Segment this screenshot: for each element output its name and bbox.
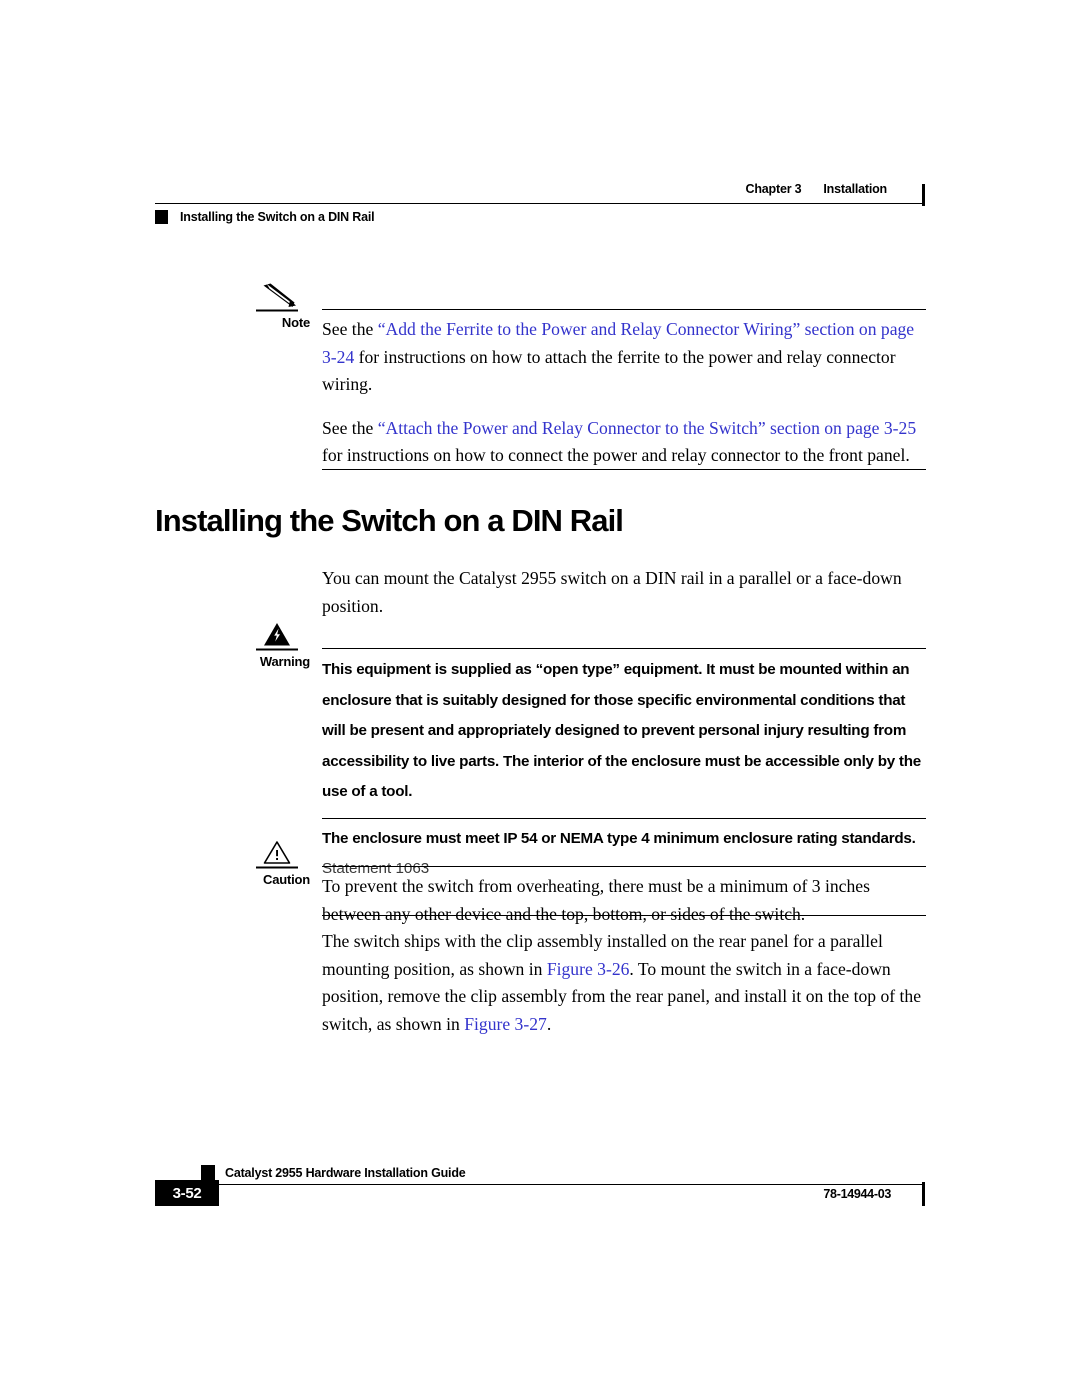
note-p1-tail: for instructions on how to attach the fe… <box>322 346 896 395</box>
footer-divider <box>155 1184 925 1186</box>
note-rule-bottom <box>322 469 926 471</box>
page-footer: Catalyst 2955 Hardware Installation Guid… <box>155 1163 925 1223</box>
closing-link-figure-3-27[interactable]: Figure 3-27 <box>464 1014 547 1034</box>
note-p2-link-section[interactable]: “Attach the Power and Relay Connector to… <box>378 418 842 438</box>
warning-paragraph-1: This equipment is supplied as “open type… <box>322 661 921 800</box>
warning-body: This equipment is supplied as “open type… <box>322 655 926 885</box>
header-square-marker-icon <box>155 210 168 224</box>
footer-square-marker-icon <box>201 1165 215 1180</box>
caution-body: To prevent the switch from overheating, … <box>322 873 926 928</box>
note-p1-lead: See the <box>322 319 378 339</box>
pencil-icon-svg <box>256 283 298 312</box>
caution-triangle-exclamation-icon <box>256 840 302 870</box>
warning-rule-top <box>322 648 926 650</box>
note-p2-link-page[interactable]: page 3-25 <box>846 418 916 438</box>
warning-icon-svg <box>256 623 298 651</box>
caution-rule-bottom <box>322 915 926 917</box>
note-label: Note <box>281 315 310 330</box>
warning-label: Warning <box>259 654 310 669</box>
warning-p2-bold: The enclosure must meet IP 54 or NEMA ty… <box>322 829 916 847</box>
note-paragraph-2: See the “Attach the Power and Relay Conn… <box>322 415 926 470</box>
caution-rule-top <box>322 866 926 868</box>
caution-paragraph-1: To prevent the switch from overheating, … <box>322 876 870 924</box>
header-bottom-row: Installing the Switch on a DIN Rail <box>155 206 375 228</box>
note-rule-top <box>322 309 926 311</box>
pencil-icon <box>256 283 302 313</box>
note-paragraph-1: See the “Add the Ferrite to the Power an… <box>322 316 926 399</box>
intro-paragraph: You can mount the Catalyst 2955 switch o… <box>322 568 902 616</box>
header-end-bar <box>922 184 925 206</box>
caution-icon-svg <box>256 841 298 869</box>
header-chapter-info: Chapter 3 Installation <box>745 182 888 196</box>
footer-page-number: 3-52 <box>155 1180 219 1206</box>
header-chapter-label: Chapter 3 <box>745 182 802 196</box>
warning-triangle-lightning-icon <box>256 622 302 652</box>
footer-document-number: 78-14944-03 <box>823 1187 891 1201</box>
header-top-row: Chapter 3 Installation <box>155 182 925 204</box>
header-chapter-topic: Installation <box>823 182 887 196</box>
note-body: See the “Add the Ferrite to the Power an… <box>322 316 926 470</box>
document-page: Chapter 3 Installation Installing the Swi… <box>0 0 1080 1397</box>
caution-label: Caution <box>263 872 310 887</box>
header-divider <box>155 203 925 205</box>
page-title: Installing the Switch on a DIN Rail <box>155 503 624 538</box>
warning-rule-bottom <box>322 818 926 820</box>
closing-part-3: . <box>546 1013 552 1034</box>
header-section-title: Installing the Switch on a DIN Rail <box>180 210 375 224</box>
page-header: Chapter 3 Installation Installing the Swi… <box>155 182 925 224</box>
note-p2-lead: See the <box>322 417 378 438</box>
footer-guide-title: Catalyst 2955 Hardware Installation Guid… <box>225 1166 466 1180</box>
footer-end-bar <box>922 1182 925 1206</box>
note-p1-link-section[interactable]: “Add the Ferrite to the Power and Relay … <box>378 319 877 339</box>
closing-link-figure-3-26[interactable]: Figure 3-26 <box>547 959 630 979</box>
closing-paragraph: The switch ships with the clip assembly … <box>322 928 928 1038</box>
note-p2-tail: for instructions on how to connect the p… <box>322 445 910 465</box>
